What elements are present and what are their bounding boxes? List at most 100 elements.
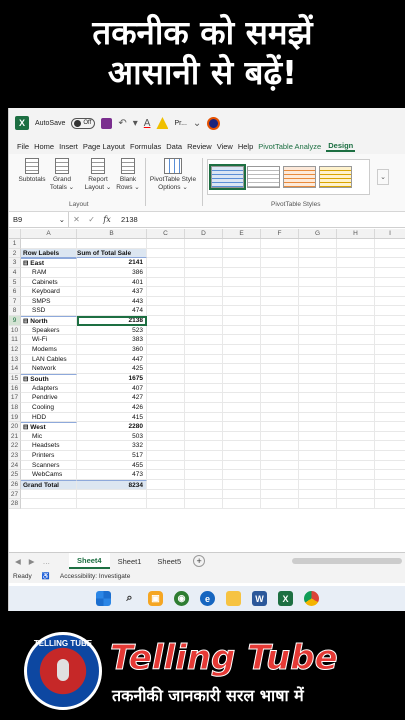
tab-file[interactable]: File (17, 142, 29, 151)
empty-cells[interactable] (147, 451, 405, 461)
spreadsheet-grid[interactable]: ABCDEFGHI 1 2 Row Labels Sum of Total Sale 3… (9, 229, 405, 509)
empty-cells[interactable] (147, 441, 405, 452)
style-swatch-light-blue[interactable] (209, 164, 246, 190)
subtotals-button[interactable]: Subtotals (17, 158, 47, 184)
cell-row-label[interactable]: Adapters (21, 383, 77, 394)
document-title[interactable]: Pr... (174, 120, 186, 127)
excel-taskbar-icon[interactable]: X (278, 591, 293, 606)
formula-input[interactable]: 2138 (115, 215, 138, 224)
cell-row-label[interactable]: ⊟ South (21, 373, 77, 384)
cell-total-sale[interactable]: 407 (77, 383, 147, 394)
row-number[interactable]: 21 (9, 431, 21, 442)
gallery-more-button[interactable]: ⌄ (377, 169, 389, 185)
column-header-i[interactable]: I (375, 229, 405, 238)
row-number[interactable]: 17 (9, 393, 21, 403)
cell-row-label[interactable]: LAN Cables (21, 354, 77, 365)
tab-sheet5[interactable]: Sheet5 (149, 553, 189, 569)
cell-row-label[interactable]: ⊟ East (21, 258, 77, 268)
save-icon[interactable] (101, 117, 113, 129)
empty-cells[interactable] (147, 296, 405, 307)
horizontal-scrollbar[interactable] (292, 558, 402, 564)
empty-cells[interactable] (147, 460, 405, 471)
app-icon[interactable]: ▣ (148, 591, 163, 606)
report-layout-button[interactable]: Report Layout ⌄ (83, 158, 113, 192)
word-icon[interactable]: W (252, 591, 267, 606)
cell-row-label[interactable]: Speakers (21, 325, 77, 336)
empty-cells[interactable] (147, 248, 405, 259)
edge-icon[interactable]: e (200, 591, 215, 606)
cell-total-sale[interactable]: 332 (77, 441, 147, 452)
row-number[interactable]: 20 (9, 422, 21, 432)
cell-total-sale[interactable]: 425 (77, 364, 147, 374)
cell-row-label[interactable]: Modems (21, 345, 77, 355)
cell-row-label[interactable]: Pendrive (21, 393, 77, 403)
style-swatch-light-gray[interactable] (247, 166, 280, 188)
empty-cells[interactable] (147, 267, 405, 278)
insert-function-icon[interactable]: fx (103, 215, 110, 224)
cell-row-label[interactable]: SSD (21, 306, 77, 317)
empty-cells[interactable] (147, 364, 405, 374)
row-number[interactable]: 13 (9, 354, 21, 365)
cell-row-label[interactable]: Network (21, 364, 77, 374)
row-number[interactable]: 7 (9, 296, 21, 307)
empty-cells[interactable] (147, 258, 405, 268)
cell-total-sale[interactable]: 503 (77, 431, 147, 442)
tab-page-layout[interactable]: Page Layout (83, 142, 125, 151)
tab-home[interactable]: Home (34, 142, 54, 151)
tab-data[interactable]: Data (166, 142, 182, 151)
cell-total-sale[interactable]: 437 (77, 287, 147, 297)
row-number[interactable]: 4 (9, 267, 21, 278)
style-swatch-light-gold[interactable] (319, 166, 352, 188)
cell-total-sale[interactable]: 2280 (77, 422, 147, 432)
empty-cells[interactable] (147, 316, 405, 326)
row-number[interactable]: 27 (9, 489, 21, 500)
row-number[interactable]: 1 (9, 239, 21, 249)
cell-row-label[interactable]: RAM (21, 267, 77, 278)
tab-formulas[interactable]: Formulas (130, 142, 161, 151)
cell-total-sale[interactable]: 2141 (77, 258, 147, 268)
cell-total-sale[interactable]: 523 (77, 325, 147, 336)
cell-total-sale[interactable]: 426 (77, 402, 147, 413)
cell-row-label[interactable]: SMPS (21, 296, 77, 307)
row-number[interactable]: 28 (9, 499, 21, 509)
cell-total-sale[interactable]: 455 (77, 460, 147, 471)
empty-cells[interactable] (147, 431, 405, 442)
cell-total-sale[interactable]: 473 (77, 470, 147, 481)
tab-help[interactable]: Help (238, 142, 253, 151)
style-swatch-light-orange[interactable] (283, 166, 316, 188)
tab-pivottable-analyze[interactable]: PivotTable Analyze (258, 142, 321, 151)
cell-total-sale[interactable] (77, 499, 147, 509)
empty-cells[interactable] (147, 287, 405, 297)
warning-icon[interactable] (156, 117, 169, 129)
blank-rows-button[interactable]: Blank Rows ⌄ (113, 158, 143, 192)
dropdown-icon[interactable]: ▾ (133, 118, 138, 129)
cell-row-label[interactable]: Cooling (21, 402, 77, 413)
cell-row-label[interactable]: Printers (21, 451, 77, 461)
tab-review[interactable]: Review (187, 142, 212, 151)
empty-cells[interactable] (147, 325, 405, 336)
row-number[interactable]: 6 (9, 287, 21, 297)
empty-cells[interactable] (147, 239, 405, 249)
tab-view[interactable]: View (217, 142, 233, 151)
row-number[interactable]: 2 (9, 248, 21, 259)
tab-insert[interactable]: Insert (59, 142, 78, 151)
cell-row-label[interactable]: Mic (21, 431, 77, 442)
row-number[interactable]: 22 (9, 441, 21, 452)
row-number[interactable]: 5 (9, 277, 21, 288)
next-sheet-icon[interactable]: ▶ (29, 557, 35, 566)
column-header-b[interactable]: B (77, 229, 147, 238)
cell-row-label[interactable]: Scanners (21, 460, 77, 471)
column-header-f[interactable]: F (261, 229, 299, 238)
column-header-c[interactable]: C (147, 229, 185, 238)
column-header-d[interactable]: D (185, 229, 223, 238)
column-header-a[interactable]: A (21, 229, 77, 238)
autosave-toggle[interactable]: Off (71, 117, 96, 129)
cell-row-label[interactable]: HDD (21, 412, 77, 423)
cell-total-sale[interactable]: 2138 (77, 316, 147, 326)
row-number[interactable]: 14 (9, 364, 21, 374)
empty-cells[interactable] (147, 489, 405, 500)
cell-row-label[interactable] (21, 239, 77, 249)
cell-total-sale[interactable]: 517 (77, 451, 147, 461)
cell-total-sale[interactable]: 401 (77, 277, 147, 288)
column-header-e[interactable]: E (223, 229, 261, 238)
